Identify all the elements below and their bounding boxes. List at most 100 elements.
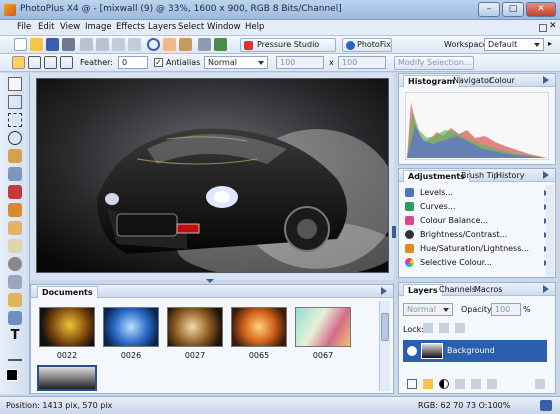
magic-wand-icon[interactable] bbox=[8, 149, 22, 163]
lock-pixels-icon[interactable] bbox=[439, 323, 449, 333]
workspace-select[interactable]: Default bbox=[484, 38, 544, 51]
pen-tool-icon[interactable] bbox=[8, 311, 22, 325]
brush-tool-icon[interactable] bbox=[8, 203, 22, 217]
brush-icon[interactable] bbox=[179, 38, 192, 51]
layer-row-background[interactable]: Background bbox=[403, 340, 547, 362]
adjustment-levels[interactable]: Levels... bbox=[405, 186, 549, 200]
eye-icon[interactable] bbox=[407, 346, 417, 356]
menu-layers[interactable]: Layers bbox=[148, 22, 176, 32]
intersect-selection-icon[interactable] bbox=[60, 56, 73, 69]
restore-icon[interactable] bbox=[539, 24, 547, 32]
dodge-tool-icon[interactable] bbox=[8, 257, 22, 271]
menu-help[interactable]: Help bbox=[245, 22, 264, 32]
shape-tool-icon[interactable] bbox=[8, 347, 22, 361]
lock-transparency-icon[interactable] bbox=[423, 323, 433, 333]
thumbnail-0067[interactable] bbox=[295, 307, 351, 347]
pen-icon[interactable] bbox=[198, 38, 211, 51]
tab-macros[interactable]: Macros bbox=[470, 284, 506, 296]
menu-select[interactable]: Select bbox=[178, 22, 204, 32]
adjustment-brightness-contrast[interactable]: Brightness/Contrast... bbox=[405, 228, 549, 242]
hand-icon[interactable] bbox=[163, 38, 176, 51]
menu-view[interactable]: View bbox=[60, 22, 80, 32]
foreground-color-swatch[interactable] bbox=[6, 369, 18, 381]
modify-selection-button[interactable]: Modify Selection... bbox=[394, 56, 474, 70]
rectangle-selection-icon[interactable] bbox=[8, 113, 22, 127]
panel-menu-icon[interactable] bbox=[543, 76, 549, 84]
width-input[interactable]: 100 bbox=[276, 56, 324, 69]
tab-colour[interactable]: Colour bbox=[485, 75, 519, 87]
undo-icon[interactable] bbox=[112, 38, 125, 51]
open-folder-icon[interactable] bbox=[30, 38, 43, 51]
menu-edit[interactable]: Edit bbox=[38, 22, 54, 32]
eraser-icon[interactable] bbox=[8, 239, 22, 253]
collapse-arrow-icon[interactable] bbox=[206, 279, 214, 283]
menu-effects[interactable]: Effects bbox=[116, 22, 145, 32]
mask-icon[interactable] bbox=[455, 379, 465, 389]
feather-input[interactable]: 0 bbox=[118, 56, 148, 69]
print-icon[interactable] bbox=[62, 38, 75, 51]
new-group-icon[interactable] bbox=[423, 379, 433, 389]
thumbnail-0027[interactable] bbox=[167, 307, 223, 347]
adjustment-selective-colour[interactable]: Selective Colour... bbox=[405, 256, 549, 270]
cut-icon[interactable] bbox=[80, 38, 93, 51]
adjustment-curves[interactable]: Curves... bbox=[405, 200, 549, 214]
clone-tool-icon[interactable] bbox=[8, 221, 22, 235]
thumbnail-0026[interactable] bbox=[103, 307, 159, 347]
pressure-studio-button[interactable]: Pressure Studio bbox=[240, 38, 336, 52]
image-canvas[interactable] bbox=[36, 78, 389, 273]
panel-menu-icon[interactable] bbox=[381, 287, 387, 295]
thumbnail-0022[interactable] bbox=[39, 307, 95, 347]
lock-position-icon[interactable] bbox=[455, 323, 465, 333]
link-icon[interactable] bbox=[471, 379, 481, 389]
thumbnail-0065[interactable] bbox=[231, 307, 287, 347]
subtract-selection-icon[interactable] bbox=[44, 56, 57, 69]
copy-icon[interactable] bbox=[96, 38, 109, 51]
new-file-icon[interactable] bbox=[14, 38, 27, 51]
redo-icon[interactable] bbox=[128, 38, 141, 51]
tab-documents[interactable]: Documents bbox=[37, 286, 98, 298]
lasso-tool-icon[interactable] bbox=[8, 131, 22, 145]
fill-tool-icon[interactable] bbox=[8, 293, 22, 307]
add-selection-icon[interactable] bbox=[28, 56, 41, 69]
mode-select[interactable]: Normal bbox=[204, 56, 268, 69]
new-layer-icon[interactable] bbox=[407, 379, 417, 389]
menu-window[interactable]: Window bbox=[207, 22, 241, 32]
scrollbar-thumb[interactable] bbox=[381, 313, 389, 341]
panel-splitter-handle[interactable] bbox=[392, 226, 396, 238]
minimize-button[interactable]: – bbox=[478, 2, 500, 17]
picker-icon[interactable] bbox=[214, 38, 227, 51]
adjustments-scrollbar[interactable] bbox=[546, 185, 554, 277]
move-tool-icon[interactable] bbox=[8, 77, 22, 91]
adjustment-colour-balance[interactable]: Colour Balance... bbox=[405, 214, 549, 228]
antialias-checkbox[interactable]: ✓ bbox=[154, 58, 163, 67]
text-tool-icon[interactable]: T bbox=[8, 329, 22, 343]
panel-menu-icon[interactable] bbox=[543, 285, 549, 293]
save-icon[interactable] bbox=[46, 38, 59, 51]
toolbar-overflow-icon[interactable]: ▸ bbox=[548, 39, 556, 49]
menu-image[interactable]: Image bbox=[85, 22, 112, 32]
navigator-icon[interactable] bbox=[540, 400, 552, 411]
maximize-button[interactable]: □ bbox=[502, 2, 524, 17]
photofix-button[interactable]: PhotoFix bbox=[342, 38, 392, 52]
eyedropper-icon[interactable] bbox=[8, 167, 22, 181]
curves-icon bbox=[405, 202, 414, 211]
delete-layer-icon[interactable] bbox=[535, 379, 545, 389]
panel-menu-icon[interactable] bbox=[543, 171, 549, 179]
tab-history[interactable]: History bbox=[492, 170, 528, 182]
fx-icon[interactable] bbox=[487, 379, 497, 389]
close-doc-icon[interactable]: ✕ bbox=[549, 21, 557, 31]
documents-scrollbar[interactable] bbox=[379, 301, 390, 391]
close-button[interactable]: ✕ bbox=[526, 2, 556, 17]
new-selection-icon[interactable] bbox=[12, 56, 25, 69]
adjustment-layer-icon[interactable] bbox=[439, 379, 449, 389]
crop-tool-icon[interactable] bbox=[8, 95, 22, 109]
height-input[interactable]: 100 bbox=[338, 56, 386, 69]
adjustment-hue-saturation[interactable]: Hue/Saturation/Lightness... bbox=[405, 242, 549, 256]
blend-mode-select[interactable]: Normal bbox=[403, 303, 453, 316]
red-eye-icon[interactable] bbox=[8, 185, 22, 199]
opacity-input[interactable]: 100 bbox=[491, 303, 521, 316]
menu-file[interactable]: File bbox=[17, 22, 31, 32]
thumbnail-mixwall[interactable] bbox=[37, 365, 97, 391]
zoom-icon[interactable] bbox=[147, 38, 160, 51]
smudge-tool-icon[interactable] bbox=[8, 275, 22, 289]
